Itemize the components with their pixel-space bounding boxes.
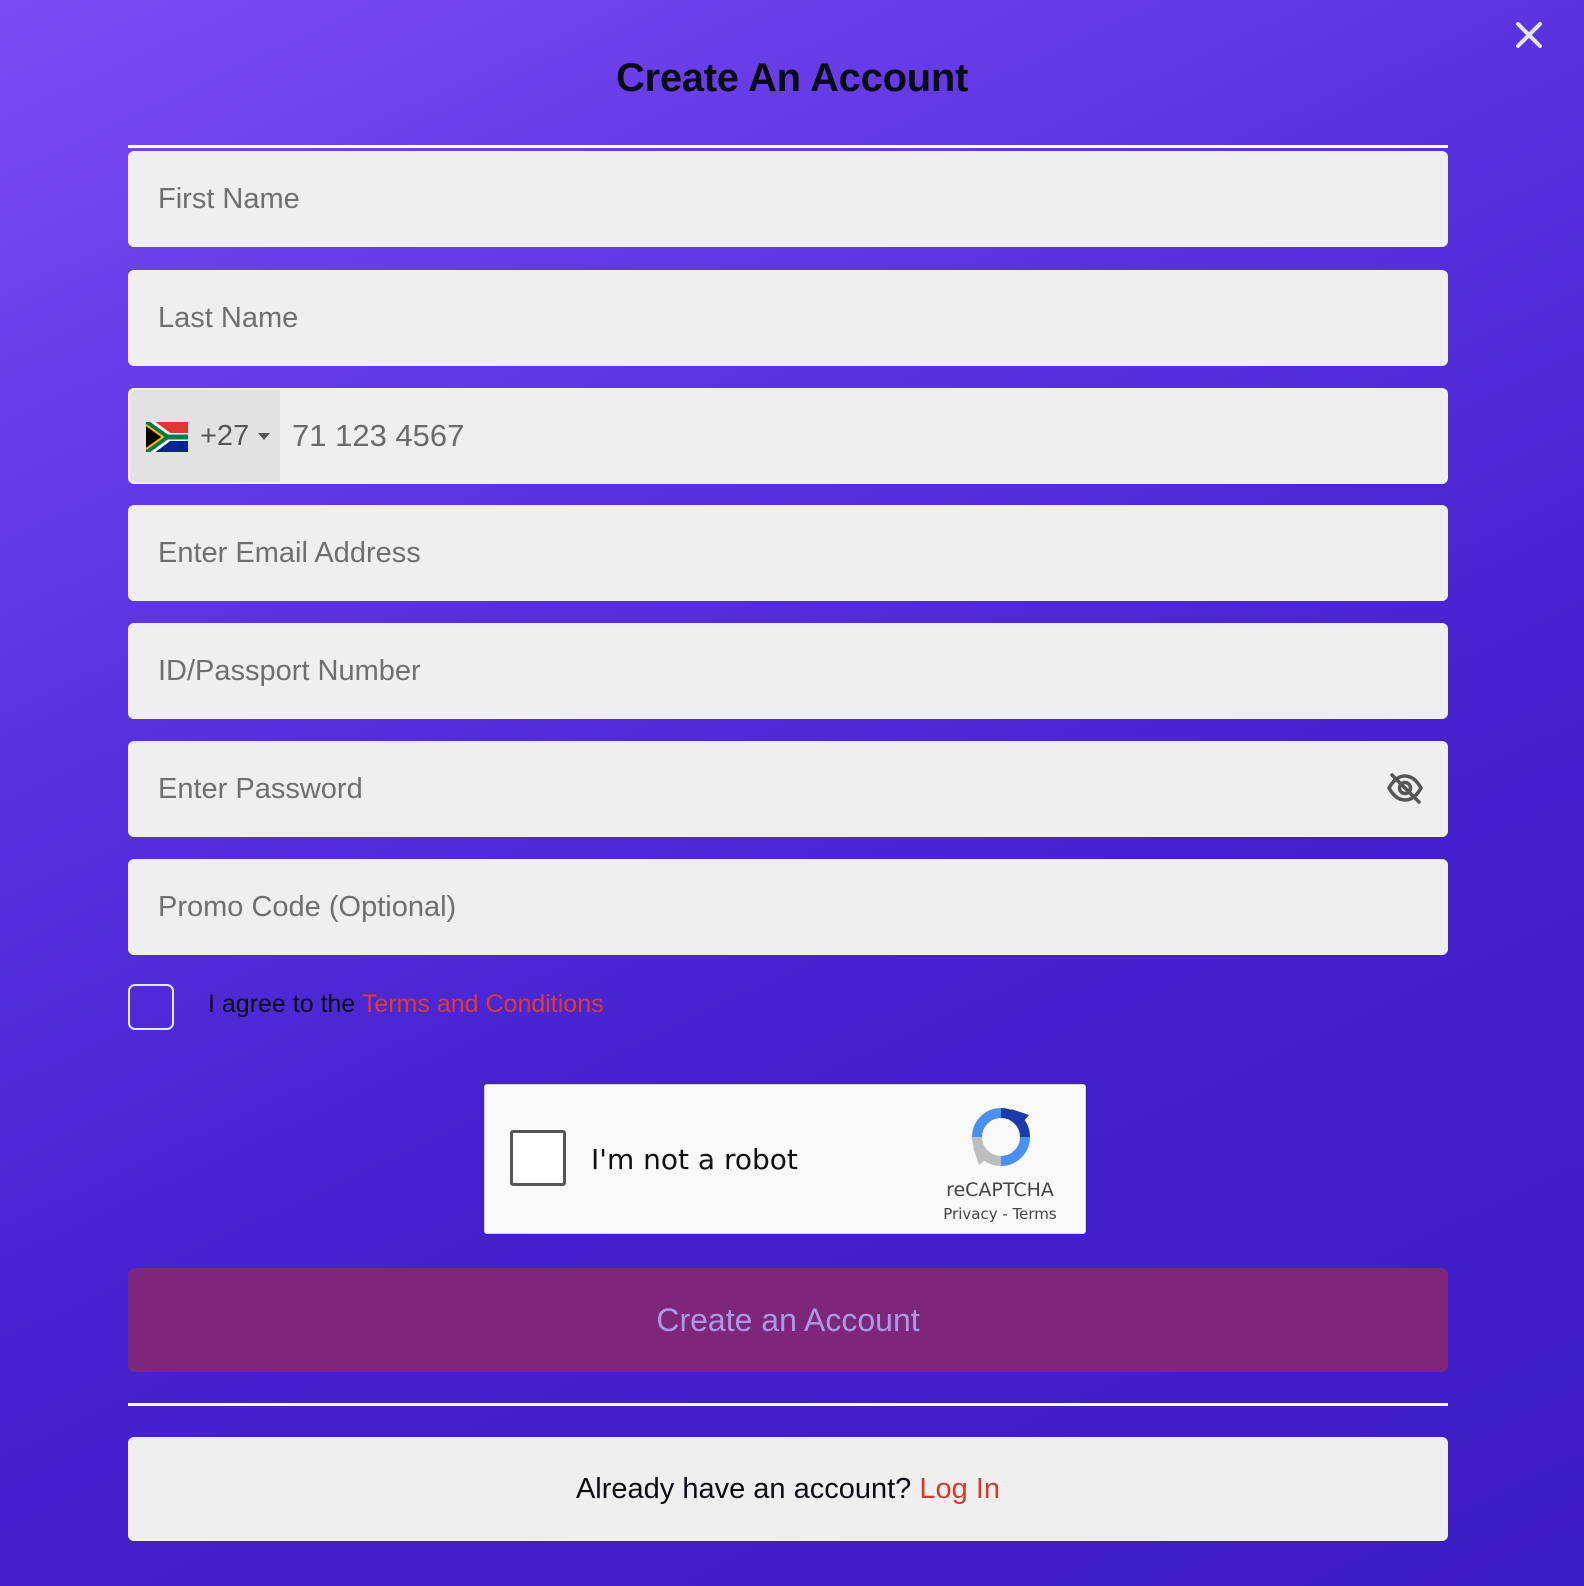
chevron-down-icon [258,433,270,440]
phone-input[interactable] [280,388,1448,484]
log-in-link[interactable]: Log In [919,1473,1000,1505]
recaptcha-checkbox[interactable] [510,1130,566,1186]
first-name-field-container [128,151,1448,247]
id-passport-field-container [128,623,1448,719]
recaptcha-terms-link[interactable]: Terms [1013,1205,1057,1223]
country-code-selector[interactable]: +27 [130,390,280,482]
terms-checkbox[interactable] [128,984,174,1030]
recaptcha-privacy-link[interactable]: Privacy [943,1205,997,1223]
terms-prefix: I agree to the [208,990,362,1018]
create-account-button[interactable]: Create an Account [128,1268,1448,1372]
login-prompt-box: Already have an account? Log In [128,1437,1448,1541]
page-title: Create An Account [616,56,968,100]
recaptcha-separator: - [997,1205,1013,1223]
terms-and-conditions-link[interactable]: Terms and Conditions [362,990,604,1018]
first-name-input[interactable] [128,151,1448,247]
promo-code-input[interactable] [128,859,1448,955]
close-button[interactable] [1512,18,1546,52]
recaptcha-label: I'm not a robot [591,1143,798,1176]
email-field-container [128,505,1448,601]
promo-code-field-container [128,859,1448,955]
eye-slash-icon [1386,773,1424,804]
terms-label: I agree to the Terms and Conditions [208,990,604,1019]
bottom-divider [128,1403,1448,1406]
email-input[interactable] [128,505,1448,601]
password-input[interactable] [128,741,1448,837]
top-divider [128,145,1448,148]
id-passport-input[interactable] [128,623,1448,719]
recaptcha-widget: I'm not a robot reCAPTCHA Privacy - Term… [484,1084,1086,1234]
dial-code: +27 [200,420,250,452]
password-visibility-toggle[interactable] [1386,771,1424,805]
terms-row: I agree to the Terms and Conditions [128,984,1028,1034]
phone-field-container: +27 [128,388,1448,484]
south-africa-flag-icon [146,422,188,452]
password-field-container [128,741,1448,837]
recaptcha-logo-icon [972,1108,1030,1166]
last-name-input[interactable] [128,270,1448,366]
last-name-field-container [128,270,1448,366]
recaptcha-links: Privacy - Terms [915,1205,1085,1223]
recaptcha-brand: reCAPTCHA [946,1179,1054,1201]
login-prompt: Already have an account? [575,1473,920,1505]
close-icon [1516,22,1542,48]
